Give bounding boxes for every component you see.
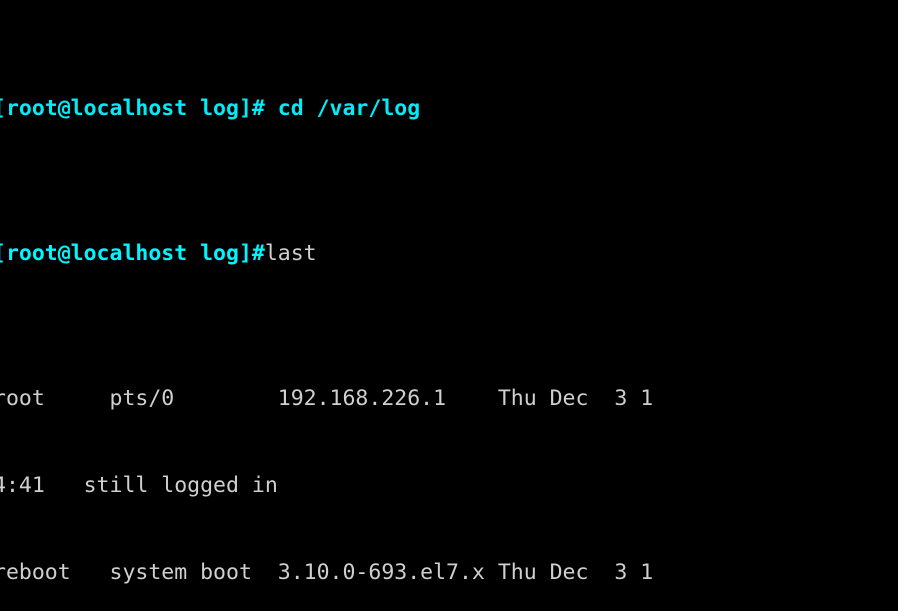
terminal-window[interactable]: [root@localhost log]# cd /var/log [root@… [0, 0, 898, 611]
command-line: [root@localhost log]#last [0, 239, 898, 268]
terminal-screen[interactable]: [root@localhost log]# cd /var/log [root@… [0, 0, 898, 611]
typed-command: last [264, 241, 317, 266]
output-line: root pts/0 192.168.226.1 Thu Dec 3 1 [0, 386, 654, 411]
output-line: reboot system boot 3.10.0-693.el7.x Thu … [0, 560, 654, 585]
output-line: 4:41 still logged in [0, 473, 278, 498]
shell-prompt: [root@localhost log]# [0, 241, 265, 266]
clipped-previous-prompt-line: [root@localhost log]# cd /var/log [0, 96, 421, 121]
